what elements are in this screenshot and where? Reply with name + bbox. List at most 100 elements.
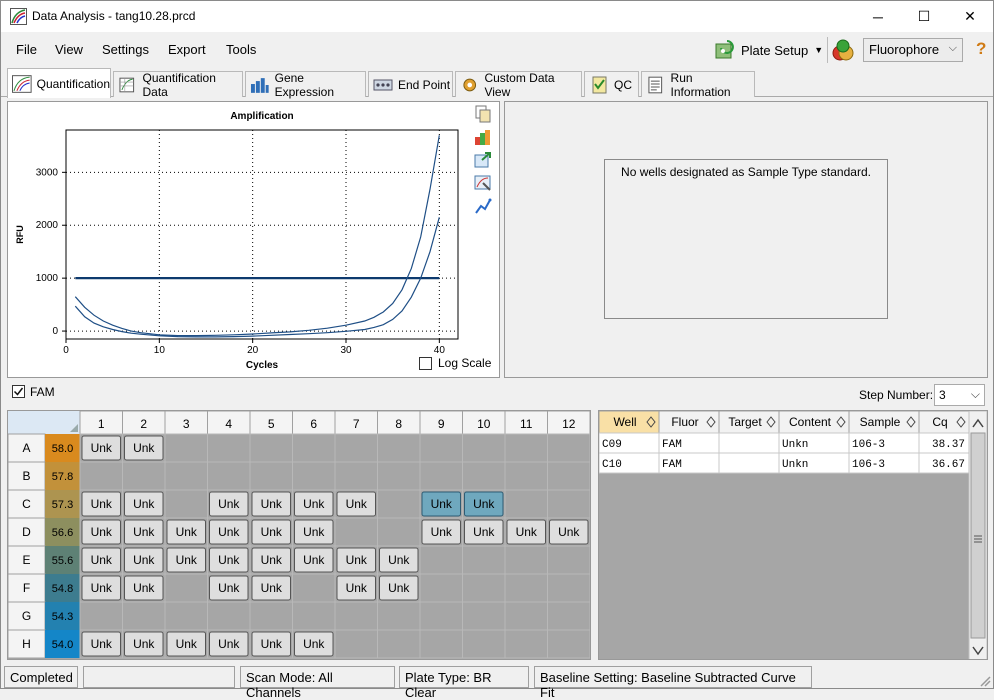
plate-well[interactable]: [419, 433, 463, 463]
plate-well[interactable]: [79, 461, 123, 491]
help-icon[interactable]: ?: [976, 39, 986, 59]
menu-export[interactable]: Export: [168, 42, 206, 57]
plate-well[interactable]: [207, 601, 251, 631]
plate-well[interactable]: [462, 629, 506, 659]
plate-well[interactable]: [164, 461, 208, 491]
plate-well[interactable]: [292, 433, 336, 463]
tab-gene-expression[interactable]: Gene Expression: [245, 71, 366, 99]
plate-well[interactable]: [547, 601, 591, 631]
plate-well[interactable]: [462, 545, 506, 575]
plate-well[interactable]: [249, 601, 293, 631]
plate-well[interactable]: [504, 489, 548, 519]
plate-map[interactable]: 1 2 3 4 5 6 7 8 9 10 11 12A 58.0 Unk UnkB 57.8C 57.3 Unk U…: [8, 411, 591, 660]
plate-well[interactable]: [122, 601, 166, 631]
plate-well[interactable]: [334, 629, 378, 659]
plate-well[interactable]: [419, 461, 463, 491]
plate-corner[interactable]: [8, 411, 80, 434]
plate-well[interactable]: [419, 545, 463, 575]
plate-well[interactable]: [547, 433, 591, 463]
table-cell-value: FAM: [662, 439, 682, 451]
status-plate-type: Plate Type: BR Clear: [399, 666, 529, 700]
plate-well[interactable]: [547, 461, 591, 491]
plate-well[interactable]: [504, 601, 548, 631]
tab-end-point[interactable]: End Point: [368, 71, 453, 97]
plate-setup-icon: [715, 40, 734, 59]
plate-well[interactable]: [164, 433, 208, 463]
plate-well[interactable]: [122, 461, 166, 491]
plate-well[interactable]: [334, 461, 378, 491]
fluorophore-select[interactable]: Fluorophore ⌵: [863, 38, 963, 62]
plate-well[interactable]: [504, 573, 548, 603]
plate-well[interactable]: [504, 461, 548, 491]
chevron-down-icon[interactable]: ▼: [814, 45, 823, 55]
chart-settings-icon[interactable]: [474, 174, 492, 192]
plate-well[interactable]: [377, 601, 421, 631]
tab-qc[interactable]: QC: [584, 71, 639, 97]
plate-well[interactable]: [377, 433, 421, 463]
plate-well[interactable]: [292, 461, 336, 491]
plate-well[interactable]: [334, 517, 378, 547]
plate-well[interactable]: [377, 461, 421, 491]
chart-colors-icon[interactable]: [474, 128, 492, 146]
plate-well[interactable]: [504, 545, 548, 575]
plate-well[interactable]: [164, 489, 208, 519]
plate-well[interactable]: [547, 573, 591, 603]
tab-run-information[interactable]: Run Information: [641, 71, 755, 99]
plate-well[interactable]: [462, 433, 506, 463]
step-number-select[interactable]: 3 ⌵: [934, 384, 985, 406]
plate-well[interactable]: [419, 573, 463, 603]
plate-well[interactable]: [547, 545, 591, 575]
table-cell-value: Unkn: [782, 459, 808, 471]
plate-well[interactable]: [462, 601, 506, 631]
tab-custom-data-view-label: Custom Data View: [484, 70, 555, 99]
chevron-down-icon: ⌵: [970, 387, 980, 401]
chevron-down-icon: ⌵: [948, 42, 957, 54]
well-data-table[interactable]: Well Fluor Target Content Sample Cq C09 FAM Unkn…: [599, 411, 988, 660]
tab-quantification-data[interactable]: Quantification Data: [113, 71, 243, 99]
plate-well[interactable]: [462, 573, 506, 603]
menu-settings[interactable]: Settings: [102, 42, 149, 57]
log-scale-checkbox-row[interactable]: Log Scale: [419, 356, 491, 370]
plate-well[interactable]: [164, 601, 208, 631]
plate-well[interactable]: [377, 517, 421, 547]
export-chart-icon[interactable]: [474, 151, 492, 169]
plate-well[interactable]: [504, 629, 548, 659]
table-cell[interactable]: [718, 432, 780, 454]
plate-well[interactable]: [79, 601, 123, 631]
tab-custom-data-view[interactable]: Custom Data View: [455, 70, 582, 99]
plate-well[interactable]: [547, 629, 591, 659]
plate-well[interactable]: [292, 573, 336, 603]
amplification-chart[interactable]: Amplification 0 10 20 30 40 0 1000 2000 3000 Cycle…: [8, 102, 499, 377]
plate-well[interactable]: [249, 461, 293, 491]
menu-view[interactable]: View: [55, 42, 83, 57]
plate-well[interactable]: [334, 601, 378, 631]
resize-grip-icon[interactable]: [977, 673, 991, 687]
fam-checkbox[interactable]: [12, 385, 25, 398]
plate-well[interactable]: [207, 433, 251, 463]
maximize-button[interactable]: ☐: [901, 1, 947, 32]
close-button[interactable]: ✕: [947, 1, 993, 32]
plate-well[interactable]: [207, 461, 251, 491]
plate-well[interactable]: [462, 461, 506, 491]
tab-quantification[interactable]: Quantification: [7, 68, 111, 98]
copy-chart-icon[interactable]: [474, 105, 492, 123]
chart-zoom-icon[interactable]: [474, 197, 492, 215]
plate-setup-button[interactable]: Plate Setup ▼: [713, 38, 823, 62]
plate-well[interactable]: [419, 629, 463, 659]
plate-well[interactable]: [292, 601, 336, 631]
table-cell[interactable]: [718, 452, 780, 474]
plate-well[interactable]: [377, 489, 421, 519]
plate-well[interactable]: [377, 629, 421, 659]
plate-well[interactable]: [334, 433, 378, 463]
plate-well[interactable]: [249, 433, 293, 463]
gradient-temp-label: 58.0: [52, 443, 73, 455]
plate-well[interactable]: [504, 433, 548, 463]
log-scale-checkbox[interactable]: [419, 356, 432, 370]
plate-well[interactable]: [419, 601, 463, 631]
menu-file[interactable]: File: [16, 42, 37, 57]
run-status-icon[interactable]: [831, 38, 855, 62]
plate-well[interactable]: [547, 489, 591, 519]
minimize-button[interactable]: ─: [855, 1, 901, 32]
menu-tools[interactable]: Tools: [226, 42, 256, 57]
plate-well[interactable]: [164, 573, 208, 603]
